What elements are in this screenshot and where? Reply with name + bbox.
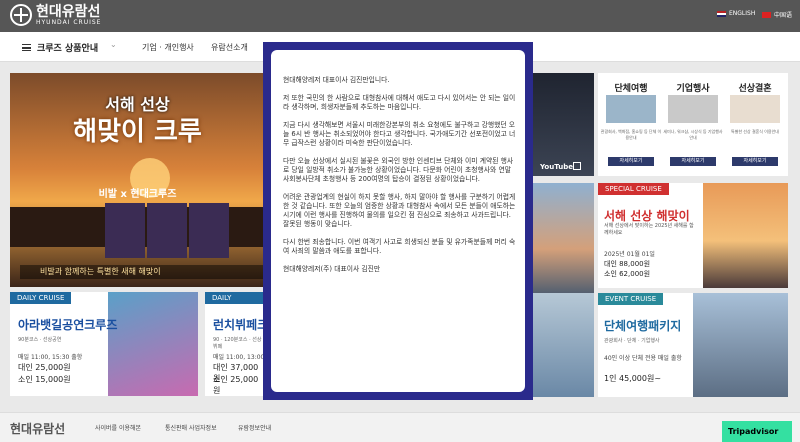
- card-photo: [108, 292, 198, 396]
- card-photo: [703, 183, 788, 288]
- footer-link[interactable]: 통신판매 사업자정보: [165, 423, 217, 432]
- footer-link[interactable]: 유람정보안내: [238, 423, 271, 432]
- card-desc: 서해 선상에서 맞이하는 2025년 새해를 함께하세요: [604, 223, 694, 236]
- service-image: [668, 95, 718, 123]
- lang-chinese-label: 中国语: [774, 12, 793, 19]
- cn-flag-icon: [762, 11, 771, 18]
- service-corporate: 기업행사 세미나, 워크샵, 시상식 등 기업행사 안내 자세히보기: [662, 73, 724, 176]
- card-desc: 90 · 120분코스 · 선상뷔페: [213, 337, 262, 350]
- cruise-menu-label: 크루즈 상품안내: [37, 44, 99, 54]
- card-badge: DAILY CRUISE: [10, 292, 72, 304]
- youtube-logo[interactable]: YouTube: [540, 163, 573, 171]
- service-cards: 단체여행 관광회사, 백화점, 홈쇼핑 등 단체 이용안내 자세히보기 기업행사…: [598, 73, 788, 176]
- hero-subtitle: 비발 x 현대크루즈: [98, 189, 177, 200]
- notice-text: 현대해양레저 대표이사 김진만입니다. 저 또한 국민의 한 사람으로 대형참사…: [283, 76, 517, 283]
- card-title: 런치뷔페크: [213, 318, 265, 332]
- details-button[interactable]: 자세히보기: [732, 157, 778, 166]
- card-price-child: 소인 25,000원: [213, 375, 259, 395]
- notice-modal-body[interactable]: 현대해양레저 대표이사 김진만입니다. 저 또한 국민의 한 사람으로 대형참사…: [271, 50, 525, 392]
- service-title: 단체여행: [614, 84, 648, 94]
- card-title: 서해 선상 해맞이: [604, 209, 690, 223]
- cruise-menu-toggle[interactable]: 크루즈 상품안내: [22, 41, 98, 54]
- hero-caption: 비발과 함께하는 특별한 새해 해맞이: [20, 265, 265, 279]
- card-price-child: 소인 62,000원: [604, 270, 651, 278]
- fullscreen-icon[interactable]: [573, 162, 581, 170]
- ship-photo: [530, 293, 594, 397]
- logo-subtext: HYUNDAI CRUISE: [36, 18, 102, 26]
- footer-logo[interactable]: 현대유람선: [10, 420, 65, 437]
- card-title: 단체여행패키지: [604, 319, 682, 333]
- daily-cruise-card[interactable]: DAILY CRUISE 아라뱃길공연크루즈 90분코스 · 선상공연 매일 1…: [10, 292, 198, 396]
- details-button[interactable]: 자세히보기: [670, 157, 716, 166]
- service-title: 선상결혼: [738, 84, 772, 94]
- card-date: 2025년 01월 01일: [604, 251, 655, 258]
- service-image: [606, 95, 656, 123]
- sunset-photo: [530, 183, 594, 293]
- service-desc: 세미나, 워크샵, 시상식 등 기업행사 안내: [663, 129, 723, 140]
- service-group-tour: 단체여행 관광회사, 백화점, 홈쇼핑 등 단체 이용안내 자세히보기: [600, 73, 662, 176]
- service-desc: 관광회사, 백화점, 홈쇼핑 등 단체 이용안내: [600, 129, 662, 140]
- card-detail: 40인 이상 단체 전용 매일 출항: [604, 355, 682, 362]
- top-bar: 현대유람선 HYUNDAI CRUISE ENGLISH 中国语: [0, 0, 800, 32]
- nav-link-corporate[interactable]: 기업 · 개인행사: [142, 42, 194, 53]
- lang-chinese[interactable]: 中国语: [762, 10, 792, 19]
- service-image: [730, 95, 780, 123]
- card-photo: [693, 293, 788, 397]
- notice-paragraph: 다만 오늘 선상에서 실시된 불꽃은 외국인 방한 인센티브 단체와 이미 계약…: [283, 157, 514, 183]
- promo-video[interactable]: [530, 73, 594, 176]
- us-flag-icon: [717, 10, 726, 17]
- card-desc: 90분코스 · 선상공연: [18, 337, 62, 343]
- card-price: 1인 45,000원~: [604, 374, 662, 383]
- card-desc: 관광회사 · 단체 · 기업행사: [604, 338, 660, 344]
- details-button[interactable]: 자세히보기: [608, 157, 654, 166]
- notice-paragraph: 현대해양레저 대표이사 김진만입니다.: [283, 76, 390, 84]
- site-logo[interactable]: 현대유람선 HYUNDAI CRUISE: [10, 4, 101, 26]
- notice-paragraph: 현대해양레저(주) 대표이사 김진만: [283, 265, 381, 273]
- service-wedding: 선상결혼 특별한 선상 결혼식 이용안내 자세히보기: [724, 73, 786, 176]
- nav-link-about[interactable]: 유람선소개: [211, 42, 248, 53]
- hero-performer-images: [105, 203, 229, 258]
- card-price-adult: 대인 25,000원: [18, 363, 71, 372]
- notice-paragraph: 다시 한번 죄송합니다. 이번 여객기 사고로 희생되신 분들 및 유가족분들께…: [283, 238, 516, 255]
- service-desc: 특별한 선상 결혼식 이용안내: [731, 129, 779, 134]
- tripadvisor-badge[interactable]: Tripadvisor: [722, 421, 792, 442]
- notice-paragraph: 저 또한 국민의 한 사람으로 대형참사에 대해서 애도고 다시 있어서는 안 …: [283, 94, 516, 111]
- daily-cruise-card[interactable]: DAILY CRUISE 런치뷔페크 90 · 120분코스 · 선상뷔페 매일…: [205, 292, 265, 396]
- hamburger-icon: [22, 44, 31, 51]
- notice-paragraph: 지금 다시 생각해보면 서울시 미래한강본부의 취소 요청에도 불구하고 강행했…: [283, 121, 516, 147]
- hero-banner[interactable]: 서해 선상 해맞이 크루 비발 x 현대크루즈 비발과 함께하는 특별한 새해 …: [10, 73, 265, 287]
- logo-text: 현대유람선: [36, 3, 101, 20]
- special-cruise-card[interactable]: SPECIAL CRUISE 서해 선상 해맞이 서해 선상에서 맞이하는 20…: [598, 183, 788, 288]
- card-price-child: 소인 15,000원: [18, 375, 71, 384]
- notice-modal: 현대해양레저 대표이사 김진만입니다. 저 또한 국민의 한 사람으로 대형참사…: [263, 42, 533, 400]
- chevron-down-icon: ⌄: [110, 40, 117, 49]
- card-price-adult: 대인 88,000원: [604, 260, 651, 268]
- lang-english-label: ENGLISH: [729, 10, 756, 17]
- event-cruise-card[interactable]: EVENT CRUISE 단체여행패키지 관광회사 · 단체 · 기업행사 40…: [598, 293, 788, 397]
- card-title: 아라뱃길공연크루즈: [18, 318, 118, 332]
- hero-title-line2: 해맞이 크루: [73, 117, 202, 147]
- footer-link[interactable]: 사이버를 이용해본: [95, 423, 141, 432]
- notice-paragraph: 어려운 관광업계의 현실이 하지 못할 행사, 하지 말아야 할 행사를 구분하…: [283, 193, 516, 228]
- compass-logo-icon: [10, 4, 32, 26]
- footer: 현대유람선 사이버를 이용해본 통신판매 사업자정보 유람정보안내: [0, 412, 800, 442]
- card-badge: SPECIAL CRUISE: [598, 183, 669, 195]
- card-badge: DAILY CRUISE: [205, 292, 265, 314]
- card-badge: EVENT CRUISE: [598, 293, 664, 305]
- lang-english[interactable]: ENGLISH: [717, 10, 755, 17]
- service-title: 기업행사: [676, 84, 710, 94]
- card-time: 매일 11:00, 15:30 출항: [18, 354, 83, 361]
- card-time: 매일 11:00, 13:00: [213, 354, 265, 361]
